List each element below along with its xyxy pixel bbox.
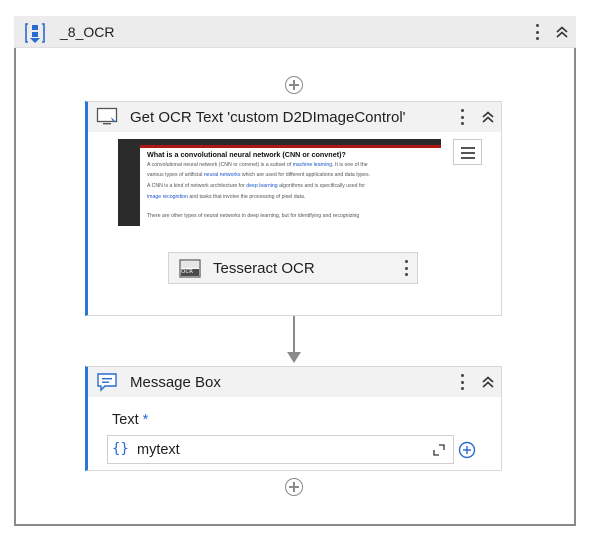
text-input-value: mytext <box>137 442 180 458</box>
add-activity-top-icon[interactable] <box>285 76 303 94</box>
preview-line: image recognition and tasks that involve… <box>147 194 306 200</box>
ocr-engine-label: Tesseract OCR <box>213 260 315 277</box>
preview-line: A CNN is a kind of network architecture … <box>147 183 366 189</box>
sequence-title: _8_OCR <box>60 24 115 40</box>
add-variable-icon[interactable] <box>458 441 476 459</box>
sequence-more-options-icon[interactable] <box>528 23 546 41</box>
required-marker: * <box>142 412 149 428</box>
ocr-engine-icon-label: OCR <box>181 269 193 275</box>
expand-icon[interactable] <box>432 443 446 457</box>
preview-heading: What is a convolutional neural network (… <box>147 150 346 159</box>
menu-icon[interactable] <box>453 139 482 165</box>
ocr-more-options-icon[interactable] <box>453 108 471 126</box>
preview-line: various types of artificial neural netwo… <box>147 172 371 178</box>
preview-line: There are other types of neural networks… <box>147 213 360 219</box>
sequence-icon <box>25 23 45 43</box>
preview-line: A convolutional neural network (CNN or c… <box>147 162 368 168</box>
sequence-collapse-icon[interactable] <box>553 23 571 41</box>
screen-icon <box>96 107 118 125</box>
message-box-title: Message Box <box>130 374 221 391</box>
message-box-collapse-icon[interactable] <box>479 373 497 391</box>
expression-editor-icon[interactable]: {} <box>112 441 129 457</box>
get-ocr-text-title: Get OCR Text 'custom D2DImageControl' <box>130 109 406 126</box>
ocr-engine-more-options-icon[interactable] <box>397 259 415 277</box>
message-icon <box>97 373 117 392</box>
message-box-more-options-icon[interactable] <box>453 373 471 391</box>
ocr-collapse-icon[interactable] <box>479 108 497 126</box>
connector-line <box>293 316 295 354</box>
add-activity-bottom-icon[interactable] <box>285 478 303 496</box>
connector-arrow-icon <box>287 352 301 363</box>
text-field-label: Text * <box>112 412 149 428</box>
